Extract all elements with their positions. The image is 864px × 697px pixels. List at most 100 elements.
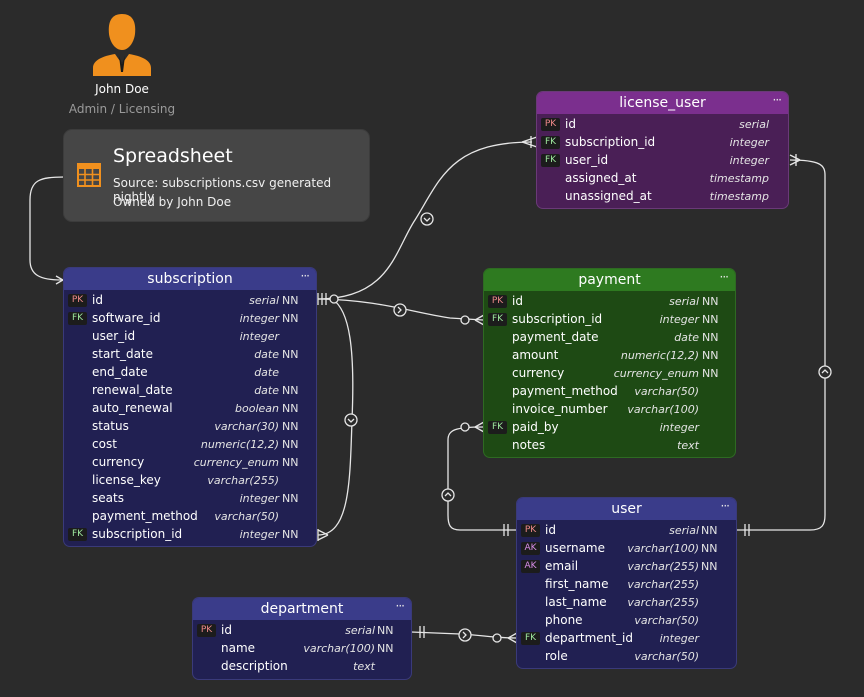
column-row[interactable]: notes text — [484, 437, 735, 455]
not-null-flag: NN — [702, 349, 719, 362]
entity-subscription[interactable]: subscription ··· PK id serial NN FK software_id… — [64, 268, 316, 546]
not-null-flag: NN — [282, 456, 299, 469]
column-row[interactable]: currency currency_enum NN — [64, 454, 316, 472]
column-row[interactable]: FK paid_by integer — [484, 419, 735, 437]
entity-payment[interactable]: payment ··· PK id serial NN FK subscription_id i… — [484, 269, 735, 457]
column-type: serial — [669, 524, 699, 537]
not-null-flag: NN — [282, 492, 299, 505]
column-name: payment_method — [512, 384, 618, 398]
column-name: amount — [512, 348, 559, 362]
column-row[interactable]: unassigned_at timestamp — [537, 188, 788, 206]
column-row[interactable]: AK email varchar(255) NN — [517, 558, 736, 576]
column-name: id — [221, 623, 232, 637]
column-type: integer — [239, 312, 279, 325]
column-row[interactable]: FKsubscription_idintegerNN — [484, 311, 735, 329]
more-options-icon[interactable]: ··· — [301, 268, 311, 288]
column-name: role — [545, 649, 568, 663]
more-options-icon[interactable]: ··· — [720, 269, 730, 289]
column-name: last_name — [545, 595, 607, 609]
not-null-flag: NN — [282, 528, 299, 541]
entity-title: user — [611, 501, 642, 517]
column-row[interactable]: payment_method varchar(50) — [484, 383, 735, 401]
column-name: license_key — [92, 473, 161, 487]
not-null-flag: NN — [702, 295, 719, 308]
column-row[interactable]: PKidserialNN — [64, 292, 316, 310]
column-type: varchar(50) — [214, 510, 279, 523]
column-row[interactable]: description text — [193, 658, 411, 676]
column-row[interactable]: currency currency_enum NN — [484, 365, 735, 383]
column-type: varchar(30) — [214, 420, 279, 433]
relationship-marker-4 — [818, 365, 832, 379]
more-options-icon[interactable]: ··· — [773, 92, 783, 112]
entity-department[interactable]: department ··· PK id serial NN name varchar(100… — [193, 598, 411, 679]
column-type: integer — [729, 154, 769, 167]
column-row[interactable]: PKidserialNN — [484, 293, 735, 311]
entity-header[interactable]: payment ··· — [484, 269, 735, 291]
column-row[interactable]: renewal_date date NN — [64, 382, 316, 400]
not-null-flag: NN — [377, 624, 394, 637]
column-row[interactable]: FK software_id integer NN — [64, 310, 316, 328]
column-row[interactable]: FKsubscription_idintegerNN — [537, 134, 788, 152]
entity-title: payment — [578, 272, 641, 288]
column-row[interactable]: seats integer NN — [64, 490, 316, 508]
note-to-subscription-line — [29, 176, 65, 281]
not-null-flag: NN — [702, 331, 719, 344]
column-type: integer — [239, 492, 279, 505]
column-row[interactable]: AK username varchar(100) NN — [517, 540, 736, 558]
column-type: varchar(255) — [627, 560, 699, 573]
not-null-flag: NN — [282, 348, 299, 361]
entity-header[interactable]: department ··· — [193, 598, 411, 620]
column-row[interactable]: FKuser_idintegerNN — [537, 152, 788, 170]
column-row[interactable]: PKidserialNN — [537, 116, 788, 134]
column-name: username — [545, 541, 605, 555]
column-row[interactable]: phone varchar(50) — [517, 612, 736, 630]
column-type: varchar(255) — [627, 578, 699, 591]
column-name: id — [92, 293, 103, 307]
column-row[interactable]: status varchar(30) NN — [64, 418, 316, 436]
spreadsheet-icon — [77, 163, 101, 187]
column-row[interactable]: first_name varchar(255) — [517, 576, 736, 594]
column-row[interactable]: FK department_id integer — [517, 630, 736, 648]
column-type: varchar(100) — [303, 642, 375, 655]
column-row[interactable]: license_key varchar(255) — [64, 472, 316, 490]
entity-header[interactable]: user ··· — [517, 498, 736, 520]
column-row[interactable]: auto_renewal boolean NN — [64, 400, 316, 418]
column-row[interactable]: amount numeric(12,2) NN — [484, 347, 735, 365]
column-row[interactable]: start_date date NN — [64, 346, 316, 364]
not-null-flag: NN — [701, 542, 718, 555]
key-badge: FK — [68, 312, 87, 325]
entity-title: subscription — [147, 271, 233, 287]
entity-header[interactable]: license_user ··· — [537, 92, 788, 114]
column-type: boolean — [235, 402, 279, 415]
column-row[interactable]: role varchar(50) — [517, 648, 736, 666]
column-row[interactable]: payment_method varchar(50) — [64, 508, 316, 526]
user-person: John Doe Admin / Licensing — [60, 12, 184, 116]
column-row[interactable]: PKidserialNN — [193, 622, 411, 640]
column-row[interactable]: name varchar(100) NN — [193, 640, 411, 658]
not-null-flag: NN — [282, 312, 299, 325]
entity-header[interactable]: subscription ··· — [64, 268, 316, 290]
key-badge: PK — [68, 294, 87, 307]
column-row[interactable]: payment_date date NN — [484, 329, 735, 347]
user-license-user-line — [736, 159, 826, 531]
column-row[interactable]: end_date date — [64, 364, 316, 382]
entity-user[interactable]: user ··· PK id serial NN AK username varchar(100… — [517, 498, 736, 668]
column-type: varchar(100) — [627, 403, 699, 416]
column-row[interactable]: assigned_attimestampNN — [537, 170, 788, 188]
column-row[interactable]: PKidserialNN — [517, 522, 736, 540]
column-row[interactable]: cost numeric(12,2) NN — [64, 436, 316, 454]
column-row[interactable]: user_id integer — [64, 328, 316, 346]
column-type: varchar(255) — [627, 596, 699, 609]
key-badge: FK — [68, 528, 87, 541]
column-row[interactable]: invoice_number varchar(100) — [484, 401, 735, 419]
not-null-flag: NN — [701, 524, 718, 537]
key-badge: PK — [488, 295, 507, 308]
spreadsheet-note[interactable]: Spreadsheet Source: subscriptions.csv ge… — [64, 130, 369, 221]
column-name: subscription_id — [565, 135, 656, 149]
column-row[interactable]: last_name varchar(255) — [517, 594, 736, 612]
entity-license-user[interactable]: license_user··· PKidserialNNFKsubscriptio… — [537, 92, 788, 208]
more-options-icon[interactable]: ··· — [721, 498, 731, 518]
column-row[interactable]: FKsubscription_idintegerNN — [64, 526, 316, 544]
more-options-icon[interactable]: ··· — [396, 598, 406, 618]
column-name: description — [221, 659, 288, 673]
